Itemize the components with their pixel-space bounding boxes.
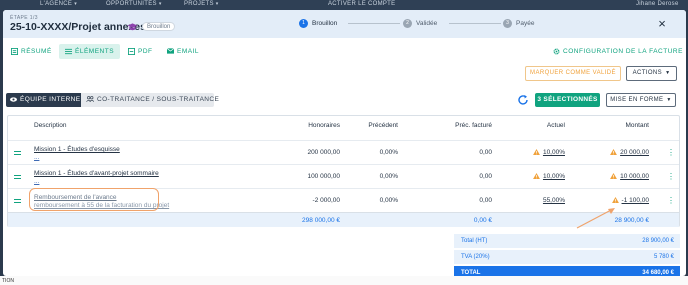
warning-icon <box>610 149 618 155</box>
background-footer: TION <box>0 276 688 285</box>
nav-agence[interactable]: L'AGENCE ▾ <box>40 1 77 7</box>
table-row[interactable]: Mission 1 - Études d'esquisse ... 200 00… <box>8 140 679 164</box>
col-actuel: Actuel <box>546 122 565 129</box>
summary-total-ht: Total (HT) 28 900,00 € <box>454 234 680 248</box>
row-prec-facture: 0,00 <box>479 149 492 156</box>
summary-icon <box>11 47 18 55</box>
caret-down-icon: ▼ <box>665 70 671 76</box>
invoice-modal: ÉTAPE 1/3 25-10-XXXX/Projet annexes I Br… <box>3 10 686 276</box>
row-montant[interactable]: 20 000,00 <box>610 149 649 156</box>
total-montant: 28 900,00 € <box>614 217 649 224</box>
row-subtext[interactable]: ... <box>34 178 39 185</box>
row-honoraires: 200 000,00 <box>307 149 340 156</box>
more-options-icon[interactable]: ⋮ <box>667 173 675 181</box>
eye-icon <box>10 97 17 102</box>
row-actuel[interactable]: 10,00% <box>533 149 565 156</box>
row-actuel[interactable]: 10,00% <box>533 173 565 180</box>
col-honoraires: Honoraires <box>308 122 340 129</box>
row-prec-facture: 0,00 <box>479 173 492 180</box>
gear-icon <box>553 48 560 55</box>
summary-total-ttc: TOTAL 34 680,00 € <box>454 266 680 276</box>
configuration-link[interactable]: CONFIGURATION DE LA FACTURE <box>553 48 683 55</box>
tab-email[interactable]: EMAIL <box>161 44 205 59</box>
modal-header: ÉTAPE 1/3 25-10-XXXX/Projet annexes I Br… <box>3 10 686 38</box>
row-description[interactable]: Mission 1 - Études d'esquisse <box>34 146 120 153</box>
step-connector <box>348 23 400 24</box>
row-honoraires: 100 000,00 <box>307 173 340 180</box>
actions-dropdown[interactable]: ACTIONS ▼ <box>626 66 677 81</box>
nav-activer-compte[interactable]: ACTIVER LE COMPTE <box>328 1 395 7</box>
toggle-equipe-interne[interactable]: ÉQUIPE INTERNE <box>6 93 81 107</box>
row-subtext[interactable]: ... <box>34 154 39 161</box>
col-montant: Montant <box>625 122 650 129</box>
warning-icon <box>611 197 619 203</box>
status-badge: Brouillon <box>142 22 176 31</box>
refresh-icon[interactable] <box>517 94 529 106</box>
step-connector <box>449 23 501 24</box>
drag-handle-icon[interactable] <box>14 175 21 179</box>
row-precedent: 0,00% <box>379 173 398 180</box>
row-precedent: 0,00% <box>379 149 398 156</box>
drag-handle-icon[interactable] <box>14 199 21 203</box>
pdf-icon <box>128 47 135 55</box>
email-icon <box>166 48 175 54</box>
graduation-hat-icon <box>127 23 138 31</box>
toggle-cotraitance[interactable]: CO-TRAITANCE / SOUS-TRAITANCE <box>81 93 219 107</box>
nav-user-name[interactable]: Jihane Derose <box>636 1 679 7</box>
mise-en-forme-dropdown[interactable]: MISE EN FORME ▼ <box>606 93 676 107</box>
tab-resume[interactable]: RÉSUMÉ <box>5 44 58 59</box>
row-honoraires: -2 000,00 <box>312 197 340 204</box>
row-precedent: 0,00% <box>379 197 398 204</box>
total-prec-facture: 0,00 € <box>473 217 492 224</box>
row-montant[interactable]: 10 000,00 <box>610 173 649 180</box>
more-options-icon[interactable]: ⋮ <box>667 149 675 157</box>
col-precedent: Précédent <box>368 122 398 129</box>
tab-pdf[interactable]: PDF <box>122 44 159 59</box>
list-icon <box>65 48 72 54</box>
more-options-icon[interactable]: ⋮ <box>667 197 675 205</box>
warning-icon <box>610 173 618 179</box>
close-icon[interactable]: × <box>655 17 669 31</box>
warning-icon <box>533 149 540 155</box>
nav-opportunites[interactable]: OPPORTUNITÉS ▾ <box>106 1 162 7</box>
row-actuel[interactable]: 55,00% <box>543 197 565 204</box>
summary-tva: TVA (20%) 5 780 € <box>454 250 680 264</box>
total-honoraires: 298 000,00 € <box>302 217 340 224</box>
selected-count-button[interactable]: 3 SÉLECTIONNÉS <box>535 93 600 107</box>
tab-elements[interactable]: ÉLÉMENTS <box>59 44 121 59</box>
row-description[interactable]: Mission 1 - Études d'avant-projet sommai… <box>34 170 159 177</box>
caret-down-icon: ▼ <box>666 97 672 103</box>
warning-icon <box>533 173 540 179</box>
table-row[interactable]: Mission 1 - Études d'avant-projet sommai… <box>8 164 679 188</box>
row-montant[interactable]: -1 100,00 <box>611 197 649 204</box>
background-top-nav: L'AGENCE ▾ OPPORTUNITÉS ▾ PROJETS ▾ ACTI… <box>0 0 688 10</box>
annotation-arrow-icon <box>576 208 615 229</box>
col-prec-facture: Préc. facturé <box>455 122 492 129</box>
col-description: Description <box>34 122 67 129</box>
drag-handle-icon[interactable] <box>14 151 21 155</box>
group-icon <box>86 96 95 103</box>
nav-projets[interactable]: PROJETS ▾ <box>184 1 219 7</box>
mark-validated-button[interactable]: MARQUER COMME VALIDÉ <box>525 66 621 81</box>
row-prec-facture: 0,00 <box>479 197 492 204</box>
highlight-annotation <box>29 188 159 211</box>
